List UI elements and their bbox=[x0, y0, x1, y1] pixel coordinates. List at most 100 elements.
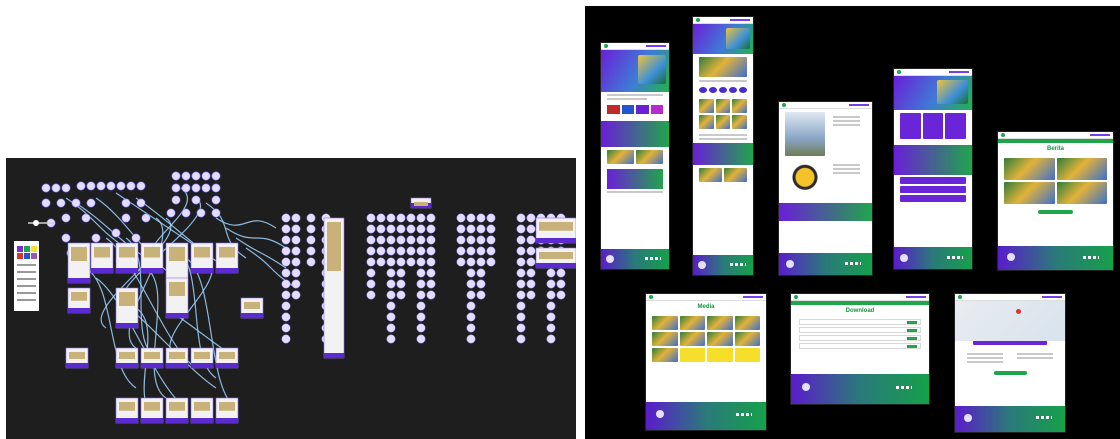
input-field[interactable] bbox=[967, 361, 1003, 363]
photo-grid bbox=[693, 165, 753, 185]
school-logo-icon bbox=[696, 18, 700, 22]
profile-page-mockup[interactable] bbox=[778, 101, 873, 276]
flow-node bbox=[281, 290, 291, 300]
flow-node bbox=[476, 213, 486, 223]
flow-node bbox=[426, 268, 436, 278]
screen-thumbnail-footer bbox=[166, 313, 188, 318]
flow-node bbox=[211, 195, 221, 205]
input-field[interactable] bbox=[967, 353, 1003, 355]
flow-node bbox=[191, 195, 201, 205]
flow-node bbox=[366, 235, 376, 245]
download-row[interactable] bbox=[799, 343, 921, 349]
flow-node bbox=[526, 279, 536, 289]
flow-node bbox=[556, 268, 566, 278]
download-row[interactable] bbox=[799, 319, 921, 325]
flow-node bbox=[291, 246, 301, 256]
prototype-flow-canvas[interactable] bbox=[6, 158, 576, 439]
flow-node bbox=[291, 279, 301, 289]
flow-node bbox=[281, 312, 291, 322]
flow-node bbox=[456, 224, 466, 234]
flow-node bbox=[426, 224, 436, 234]
footer-logo-icon bbox=[606, 255, 615, 263]
flow-node bbox=[516, 257, 526, 267]
flow-node bbox=[291, 213, 301, 223]
page-header bbox=[998, 132, 1113, 139]
palette-label bbox=[17, 278, 36, 280]
nav-links bbox=[949, 71, 969, 73]
badge-block bbox=[779, 159, 872, 199]
flow-node bbox=[466, 290, 476, 300]
text-line bbox=[832, 164, 860, 166]
screen-thumbnail-photo bbox=[119, 352, 135, 359]
flow-node bbox=[486, 257, 496, 267]
page-header bbox=[791, 294, 929, 301]
flow-node bbox=[211, 171, 221, 181]
flow-node bbox=[466, 268, 476, 278]
flow-node bbox=[466, 213, 476, 223]
flow-node bbox=[406, 213, 416, 223]
feature-icons bbox=[601, 102, 669, 117]
load-more-button[interactable] bbox=[1038, 210, 1073, 214]
social-icons bbox=[1035, 416, 1052, 420]
footer-logo-icon bbox=[963, 413, 972, 422]
download-row[interactable] bbox=[799, 327, 921, 333]
flow-node bbox=[306, 213, 316, 223]
flow-node bbox=[546, 323, 556, 333]
flow-node bbox=[546, 268, 556, 278]
school-logo-icon bbox=[958, 295, 962, 299]
school-logo-icon bbox=[649, 295, 653, 299]
page-footer bbox=[998, 246, 1113, 270]
flow-node bbox=[416, 257, 426, 267]
download-page-mockup[interactable]: Download bbox=[790, 293, 930, 405]
screen-thumbnail-footer bbox=[216, 268, 238, 273]
round-icon bbox=[699, 87, 707, 93]
page-footer bbox=[779, 253, 872, 275]
social-icons bbox=[896, 386, 913, 389]
flow-node bbox=[191, 183, 201, 193]
location-map[interactable] bbox=[955, 301, 1065, 341]
nav-links bbox=[646, 45, 666, 47]
school-logo-icon bbox=[794, 295, 798, 299]
video-tile bbox=[707, 348, 733, 362]
gallery-page-mockup[interactable] bbox=[692, 16, 754, 276]
flow-node bbox=[61, 183, 71, 193]
home-page-mockup[interactable] bbox=[600, 42, 670, 270]
info-list bbox=[827, 162, 867, 196]
design-mockups-canvas[interactable]: Berita Media Download bbox=[585, 6, 1120, 439]
media-page-mockup[interactable]: Media bbox=[645, 293, 767, 431]
screen-thumbnail-footer bbox=[166, 418, 188, 423]
news-page-mockup[interactable]: Berita bbox=[997, 131, 1114, 271]
flow-node bbox=[201, 171, 211, 181]
flow-node bbox=[51, 183, 61, 193]
program-page-mockup[interactable] bbox=[893, 68, 973, 270]
contact-page-mockup[interactable] bbox=[954, 293, 1066, 433]
screen-thumbnail-footer bbox=[66, 363, 88, 368]
flow-node bbox=[386, 323, 396, 333]
input-field[interactable] bbox=[967, 357, 1003, 359]
screen-thumbnail-footer bbox=[91, 268, 113, 273]
page-header bbox=[894, 69, 972, 76]
flow-node bbox=[281, 224, 291, 234]
flow-node bbox=[386, 268, 396, 278]
intro-block bbox=[779, 109, 872, 159]
download-row[interactable] bbox=[799, 335, 921, 341]
round-icon bbox=[739, 87, 747, 93]
school-logo-icon bbox=[604, 44, 608, 48]
submit-button[interactable] bbox=[993, 371, 1027, 375]
screen-thumbnail-photo bbox=[194, 352, 210, 359]
map-pin-icon bbox=[1015, 309, 1021, 314]
flow-node bbox=[281, 334, 291, 344]
media-photo bbox=[652, 332, 678, 346]
flow-node bbox=[366, 268, 376, 278]
flow-node bbox=[281, 235, 291, 245]
screen-thumbnail-photo bbox=[71, 247, 87, 261]
flow-node bbox=[366, 279, 376, 289]
flow-node bbox=[106, 181, 116, 191]
photo-tile bbox=[699, 115, 714, 129]
flow-node bbox=[396, 224, 406, 234]
flow-node bbox=[306, 246, 316, 256]
flow-node bbox=[396, 235, 406, 245]
green-band bbox=[601, 121, 669, 147]
flow-node bbox=[291, 268, 301, 278]
flow-node bbox=[281, 213, 291, 223]
